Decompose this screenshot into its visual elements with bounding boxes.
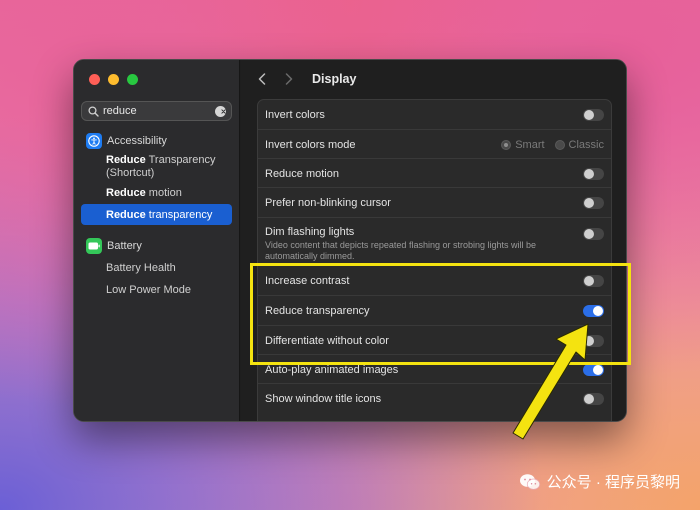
setting-label: Show window title icons — [265, 393, 382, 405]
sidebar-item-reduce-transparency-shortcut[interactable]: Reduce Transparency (Shortcut) — [81, 154, 257, 180]
setting-label: Prefer non-blinking cursor — [265, 197, 391, 209]
sidebar: Accessibility Reduce Transparency (Short… — [74, 60, 240, 421]
invert-mode-radio-group: Smart Classic — [501, 139, 604, 151]
match-highlight: Reduce — [106, 208, 146, 221]
invert-colors-toggle[interactable] — [583, 109, 604, 121]
window-title-icons-toggle[interactable] — [583, 393, 604, 405]
watermark: 公众号 · 程序员黎明 — [519, 471, 680, 492]
setting-row-reduce-transparency: Reduce transparency — [258, 296, 611, 326]
setting-label: Increase contrast — [265, 275, 350, 287]
sidebar-item-reduce-motion[interactable]: Reduce motion — [81, 187, 257, 200]
radio-label: Smart — [515, 139, 545, 151]
differentiate-without-color-toggle[interactable] — [583, 335, 604, 347]
reduce-transparency-toggle[interactable] — [583, 305, 604, 317]
setting-row-non-blinking-cursor: Prefer non-blinking cursor — [258, 188, 611, 218]
setting-label: Invert colors — [265, 109, 325, 121]
sidebar-item-battery-health[interactable]: Battery Health — [81, 262, 257, 275]
dim-flashing-toggle[interactable] — [583, 228, 604, 240]
sidebar-item-label: Transparency — [145, 154, 216, 166]
match-highlight: Reduce — [106, 187, 146, 199]
zoom-window-button[interactable] — [127, 74, 138, 85]
sidebar-category-label: Accessibility — [107, 135, 167, 147]
search-input[interactable] — [103, 105, 207, 117]
reduce-motion-toggle[interactable] — [583, 168, 604, 180]
setting-label: Invert colors mode — [265, 139, 356, 151]
setting-label: Reduce transparency — [265, 305, 370, 317]
toolbar: Display — [241, 60, 626, 98]
setting-description: Video content that depicts repeated flas… — [265, 240, 537, 261]
radio-dot — [501, 140, 512, 150]
forward-button[interactable] — [282, 72, 296, 86]
sidebar-item-label: Battery Health — [106, 262, 176, 274]
watermark-text: 公众号 · 程序员黎明 — [546, 474, 680, 491]
minimize-window-button[interactable] — [108, 74, 119, 85]
radio-classic[interactable]: Classic — [554, 139, 604, 151]
setting-label: Dim flashing lights — [265, 226, 355, 238]
battery-icon — [86, 238, 102, 254]
chevron-left-icon — [258, 73, 266, 85]
radio-smart[interactable]: Smart — [501, 139, 545, 151]
settings-list: Invert colors Invert colors mode Smart C… — [257, 99, 612, 421]
setting-row-increase-contrast: Increase contrast — [258, 266, 611, 296]
setting-row-autoplay-images: Auto-play animated images — [258, 355, 611, 384]
non-blinking-cursor-toggle[interactable] — [583, 197, 604, 209]
wechat-icon — [519, 473, 540, 490]
back-button[interactable] — [255, 72, 269, 86]
settings-window: Accessibility Reduce Transparency (Short… — [73, 59, 627, 422]
chevron-right-icon — [285, 73, 293, 85]
radio-dot — [554, 140, 565, 150]
window-controls — [89, 74, 138, 85]
accessibility-icon — [86, 133, 102, 149]
sidebar-item-reduce-transparency[interactable]: Reduce transparency — [81, 204, 232, 225]
page-title: Display — [312, 72, 357, 86]
setting-row-invert-colors-mode: Invert colors mode Smart Classic — [258, 130, 611, 159]
search-icon — [88, 105, 99, 117]
sidebar-item-low-power-mode[interactable]: Low Power Mode — [81, 284, 257, 297]
setting-label: Reduce motion — [265, 168, 339, 180]
radio-label: Classic — [568, 139, 604, 151]
setting-row-reduce-motion: Reduce motion — [258, 159, 611, 188]
sidebar-item-label: motion — [145, 187, 182, 199]
search-field[interactable] — [81, 101, 232, 121]
setting-row-differentiate-without-color: Differentiate without color — [258, 326, 611, 355]
setting-row-window-title-icons: Show window title icons — [258, 384, 611, 414]
sidebar-item-label-line2: (Shortcut) — [106, 167, 155, 179]
setting-row-dim-flashing-lights: Dim flashing lights Video content that d… — [258, 218, 611, 266]
increase-contrast-toggle[interactable] — [583, 275, 604, 287]
sidebar-category-label: Battery — [107, 240, 142, 252]
setting-label: Auto-play animated images — [265, 364, 399, 376]
match-highlight: Reduce — [106, 154, 146, 166]
sidebar-category-battery[interactable]: Battery — [81, 238, 232, 254]
sidebar-item-label: Low Power Mode — [106, 284, 191, 296]
close-window-button[interactable] — [89, 74, 100, 85]
sidebar-item-label: transparency — [145, 208, 213, 221]
clear-search-icon[interactable] — [215, 105, 226, 117]
autoplay-images-toggle[interactable] — [583, 364, 604, 376]
setting-row-invert-colors: Invert colors — [258, 100, 611, 130]
setting-label: Differentiate without color — [265, 335, 389, 347]
content-pane: Display Invert colors Invert colors mode… — [241, 60, 626, 421]
sidebar-category-accessibility[interactable]: Accessibility — [81, 133, 232, 149]
